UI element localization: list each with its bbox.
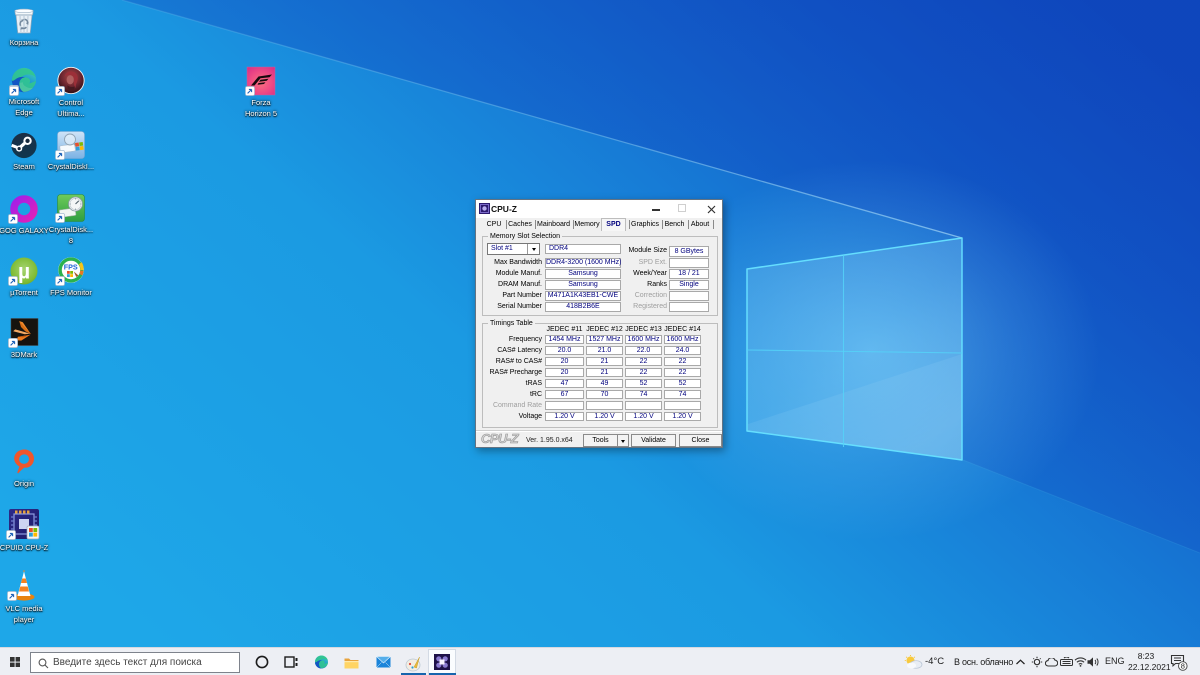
svg-text:FPS: FPS: [64, 263, 78, 272]
svg-text:µ: µ: [18, 261, 30, 284]
svg-text:8: 8: [1181, 662, 1185, 671]
